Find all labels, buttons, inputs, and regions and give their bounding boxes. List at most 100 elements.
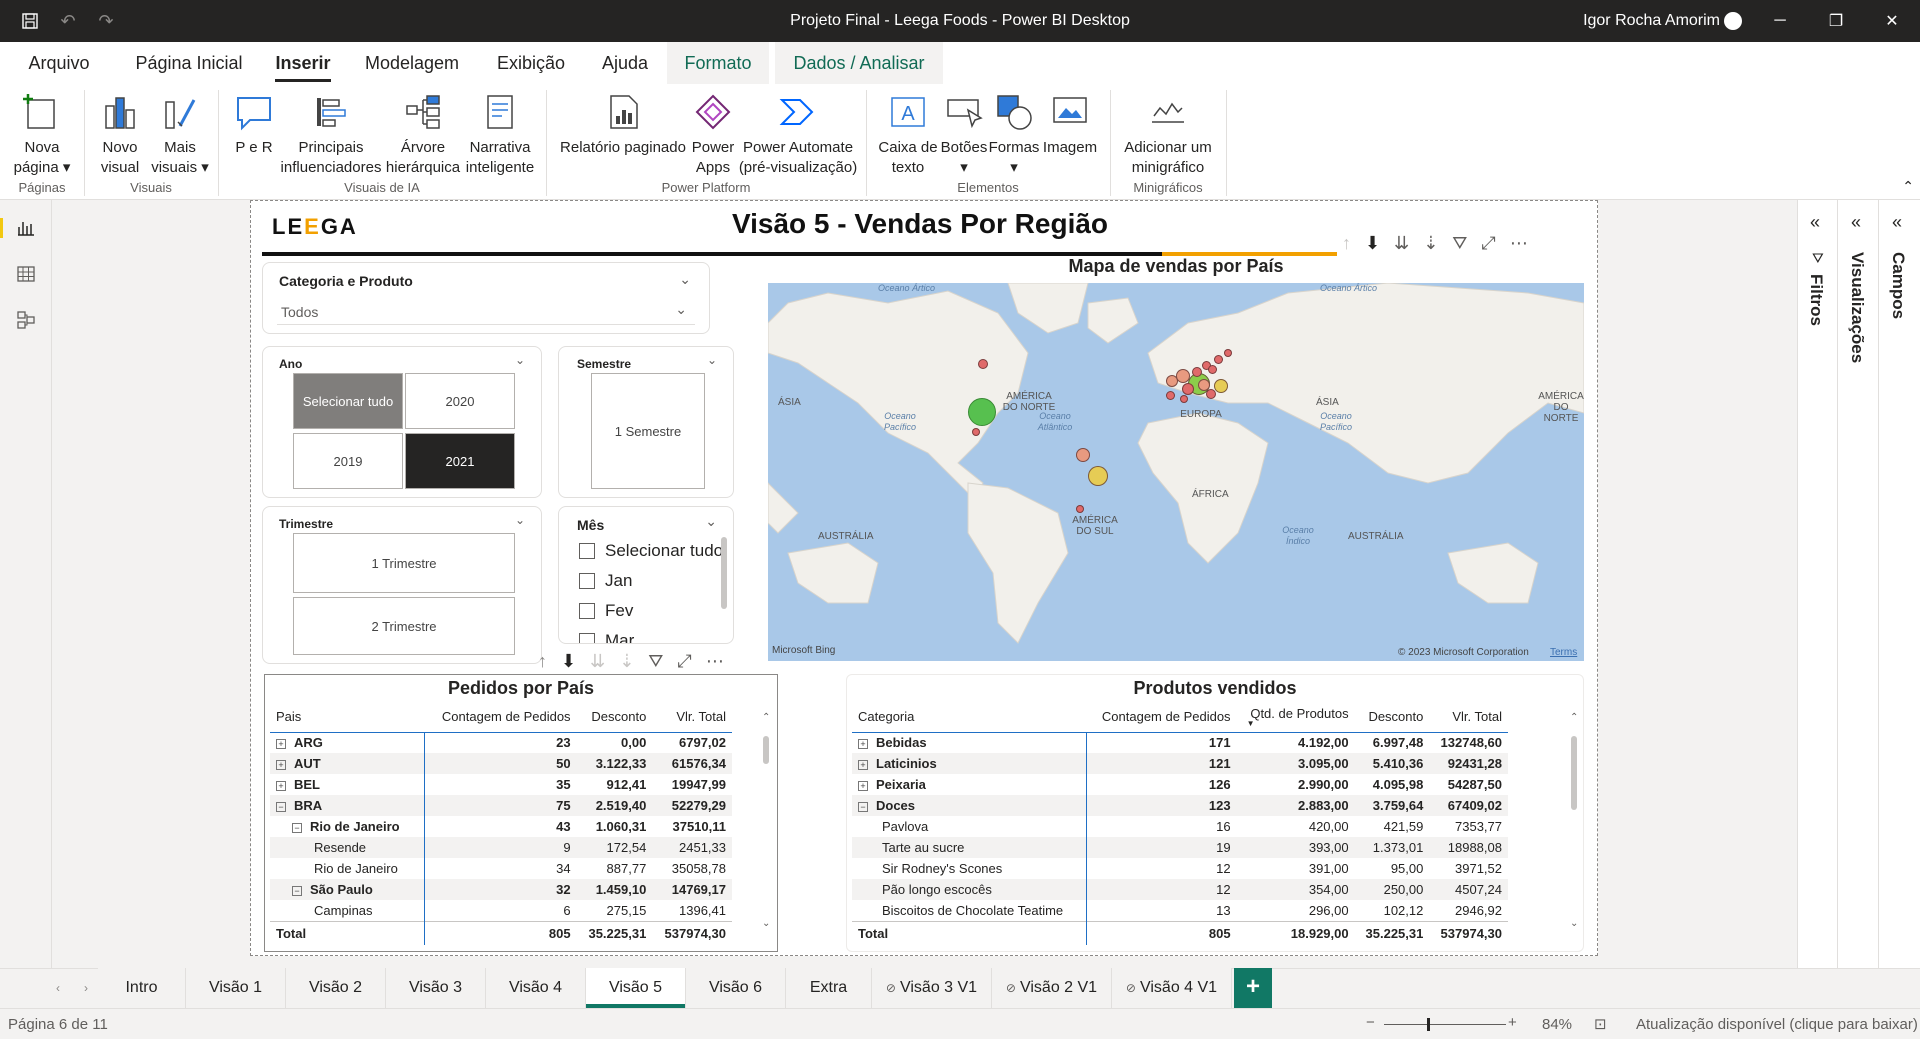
collapse-icon[interactable]: − <box>858 801 868 812</box>
map-bubble[interactable] <box>1088 466 1108 486</box>
dropdown-chevron-icon[interactable]: ⌄ <box>675 301 687 318</box>
map-bubble[interactable] <box>1180 395 1188 403</box>
update-available-link[interactable]: Atualização disponível (clique para baix… <box>1636 1016 1918 1033</box>
page-tab[interactable]: Visão 5 <box>586 968 686 1008</box>
next-level-icon[interactable]: ⇊ <box>1394 233 1409 254</box>
tab-scroll-left-icon[interactable]: ‹ <box>56 981 60 995</box>
col-header[interactable]: Vlr. Total <box>652 702 732 733</box>
table-row[interactable]: Pão longo escocês 12 354,00 250,00 4507,24 <box>852 879 1508 900</box>
drill-down-icon[interactable]: ⬇ <box>561 651 576 672</box>
collapse-icon[interactable]: − <box>292 822 302 833</box>
visualizacoes-pane[interactable]: « Visualizações <box>1839 200 1879 968</box>
map-terms-link[interactable]: Terms <box>1550 647 1577 658</box>
col-header[interactable]: Categoria <box>852 702 1086 733</box>
expand-hierarchy-icon[interactable]: ⇣ <box>619 651 634 672</box>
next-level-icon[interactable]: ⇊ <box>590 651 605 672</box>
relatorio-paginado-button[interactable]: Relatório paginado <box>556 90 690 158</box>
table-row[interactable]: − São Paulo 32 1.459,10 14769,17 <box>270 879 732 900</box>
table-row[interactable]: Rio de Janeiro 34 887,77 35058,78 <box>270 858 732 879</box>
table-row[interactable]: Biscoitos de Chocolate Teatime 13 296,00 10… <box>852 900 1508 921</box>
filter-icon[interactable]: ⛛ <box>648 651 663 672</box>
principais-influenciadores-button[interactable]: Principais influenciadores <box>278 90 384 178</box>
expand-icon[interactable]: + <box>858 780 868 791</box>
expand-chevron-icon[interactable]: « <box>1810 212 1820 233</box>
checkbox[interactable] <box>579 573 595 589</box>
map-bubble[interactable] <box>1192 367 1202 377</box>
ano-tile-2019[interactable]: 2019 <box>293 433 403 489</box>
col-header[interactable]: Vlr. Total <box>1429 702 1508 733</box>
focus-mode-icon[interactable]: ⤢ <box>677 651 691 672</box>
page-tab[interactable]: Visão 6 <box>686 968 786 1008</box>
map-bubble[interactable] <box>978 359 988 369</box>
table-row[interactable]: + AUT 50 3.122,33 61576,34 <box>270 753 732 774</box>
power-automate-button[interactable]: Power Automate (pré-visualização) <box>738 90 858 178</box>
map-bubble[interactable] <box>1214 355 1223 364</box>
table-row[interactable]: Resende 9 172,54 2451,33 <box>270 837 732 858</box>
map-bubble[interactable] <box>1206 389 1216 399</box>
col-header[interactable]: Contagem de Pedidos <box>424 702 577 733</box>
mes-option-fev[interactable]: Fev <box>579 601 633 621</box>
scrollbar[interactable] <box>721 537 727 609</box>
page-tab[interactable]: Extra <box>786 968 872 1008</box>
expand-icon[interactable]: + <box>858 738 868 749</box>
checkbox[interactable] <box>579 603 595 619</box>
trimestre-tile-2[interactable]: 2 Trimestre <box>293 597 515 655</box>
map-bubble[interactable] <box>972 428 980 436</box>
scrollbar[interactable] <box>1571 736 1577 810</box>
imagem-button[interactable]: Imagem <box>1040 90 1100 158</box>
ano-tile-2020[interactable]: 2020 <box>405 373 515 429</box>
map-bubble[interactable] <box>1182 383 1194 395</box>
page-tab[interactable]: Intro <box>98 968 186 1008</box>
menu-dados-analisar[interactable]: Dados / Analisar <box>775 42 943 84</box>
chevron-down-icon[interactable]: ⌄ <box>705 513 717 530</box>
scroll-down-icon[interactable]: ⌄ <box>1570 918 1578 929</box>
ano-tile-2021[interactable]: 2021 <box>405 433 515 489</box>
narrativa-inteligente-button[interactable]: Narrativa inteligente <box>462 90 538 178</box>
table-row[interactable]: Campinas 6 275,15 1396,41 <box>270 900 732 921</box>
col-header[interactable]: Desconto <box>1354 702 1430 733</box>
table-row[interactable]: Tarte au sucre 19 393,00 1.373,01 18988,08 <box>852 837 1508 858</box>
table-row[interactable]: + ARG 23 0,00 6797,02 <box>270 732 732 753</box>
zoom-in-button[interactable]: + <box>1508 1014 1517 1031</box>
tab-scroll-right-icon[interactable]: › <box>84 981 88 995</box>
collapse-ribbon-icon[interactable]: ⌃ <box>1902 178 1914 195</box>
restore-icon[interactable]: ❐ <box>1808 0 1864 42</box>
page-tab[interactable]: Visão 4 <box>486 968 586 1008</box>
report-view-icon[interactable] <box>0 214 40 242</box>
expand-icon[interactable]: + <box>858 759 868 770</box>
zoom-out-button[interactable]: − <box>1366 1014 1375 1031</box>
map-bubble[interactable] <box>1208 365 1217 374</box>
expand-icon[interactable]: + <box>276 759 286 770</box>
menu-formato[interactable]: Formato <box>667 42 769 84</box>
mais-visuais-button[interactable]: Mais visuais ▾ <box>150 90 210 178</box>
semestre-tile-1[interactable]: 1 Semestre <box>591 373 705 489</box>
slicer-categoria[interactable]: Categoria e Produto ⌄ Todos ⌄ <box>262 262 710 334</box>
col-header[interactable]: Desconto <box>576 702 653 733</box>
page-tab[interactable]: Visão 2 <box>286 968 386 1008</box>
collapse-icon[interactable]: − <box>276 801 286 812</box>
expand-chevron-icon[interactable]: « <box>1892 212 1902 233</box>
checkbox[interactable] <box>579 543 595 559</box>
minimize-icon[interactable]: ─ <box>1752 0 1808 42</box>
col-header[interactable]: Contagem de Pedidos <box>1086 702 1237 733</box>
mes-option-selecionar-tudo[interactable]: Selecionar tudo <box>579 541 723 561</box>
nova-pagina-button[interactable]: Nova página ▾ <box>6 90 78 178</box>
expand-chevron-icon[interactable]: « <box>1851 212 1861 233</box>
table-row[interactable]: + BEL 35 912,41 19947,99 <box>270 774 732 795</box>
page-tab[interactable]: ⊘ Visão 2 V1 <box>992 968 1112 1008</box>
zoom-slider[interactable] <box>1384 1024 1506 1025</box>
formas-button[interactable]: Formas ▾ <box>988 90 1040 178</box>
map-bubble[interactable] <box>1076 448 1090 462</box>
menu-pagina-inicial[interactable]: Página Inicial <box>126 42 252 84</box>
table-row[interactable]: + Peixaria 126 2.990,00 4.095,98 54287,50 <box>852 774 1508 795</box>
scrollbar[interactable] <box>763 736 769 764</box>
expand-hierarchy-icon[interactable]: ⇣ <box>1423 233 1438 254</box>
scroll-up-icon[interactable]: ⌃ <box>762 712 770 723</box>
campos-pane[interactable]: « Campos <box>1880 200 1920 968</box>
chevron-down-icon[interactable]: ⌄ <box>707 353 717 367</box>
expand-icon[interactable]: + <box>276 738 286 749</box>
page-tab[interactable]: ⊘ Visão 3 V1 <box>872 968 992 1008</box>
categoria-dropdown[interactable]: Todos <box>277 299 695 325</box>
table-view-icon[interactable] <box>12 260 40 288</box>
drill-up-icon[interactable]: ↑ <box>1342 233 1351 254</box>
